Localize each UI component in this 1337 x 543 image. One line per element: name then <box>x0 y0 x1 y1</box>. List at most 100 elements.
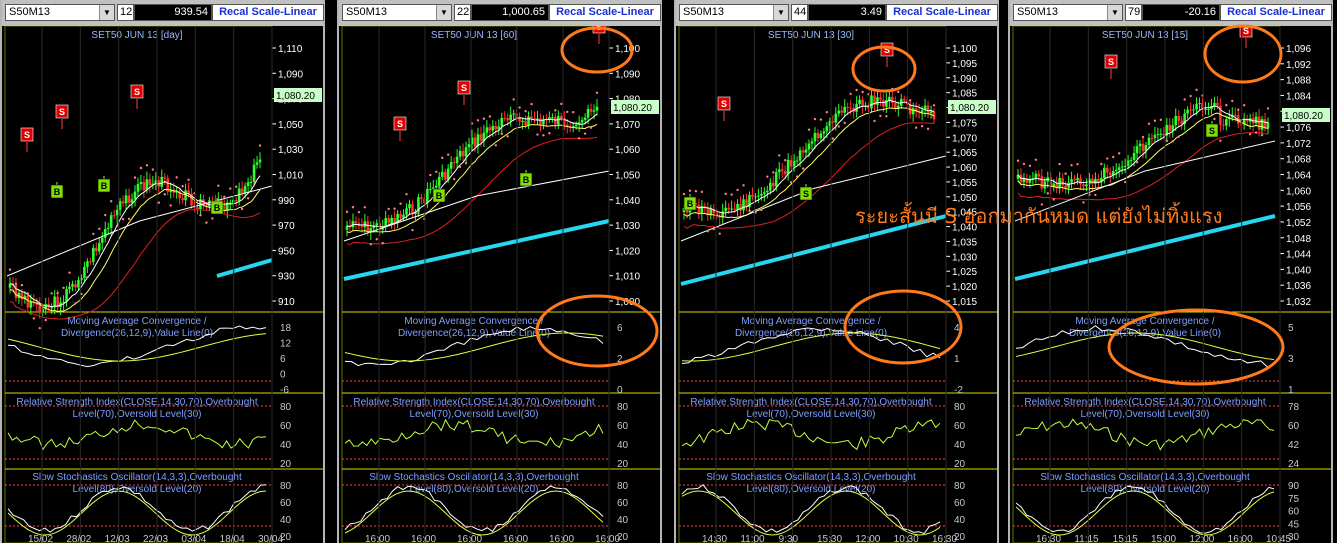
recal-scale-button[interactable]: Recal Scale-Linear <box>886 4 998 21</box>
buy-signal-marker[interactable]: B <box>432 186 446 203</box>
rsi-subtitle: Level(70),Oversold Level(30) <box>747 409 876 420</box>
macd-axis-label: -2 <box>954 385 963 396</box>
price-axis-label: 1,088 <box>1286 76 1311 87</box>
chart-canvas[interactable]: SET50 JUN 13 [60]1,1001,0901,0801,0701,0… <box>339 26 660 543</box>
rsi-axis-label: 24 <box>1288 459 1300 470</box>
sell-signal-marker[interactable]: S <box>130 84 144 109</box>
signal-label: S <box>59 107 65 117</box>
panel-toolbar: S50M13 ▼ 44 3.49 Recal Scale-Linear <box>676 0 998 26</box>
symbol-select[interactable]: S50M13 ▼ <box>342 4 452 21</box>
rsi-axis-label: 40 <box>617 440 629 451</box>
buy-signal-marker[interactable]: S <box>1205 121 1219 138</box>
price-axis-label: 1,032 <box>1286 297 1311 308</box>
chart-panel-30min[interactable]: S50M13 ▼ 44 3.49 Recal Scale-Linear SET50 … <box>674 0 999 543</box>
rsi-axis-label: 80 <box>617 402 629 413</box>
buy-signal-marker[interactable]: S <box>799 184 813 201</box>
time-axis-label: 12:00 <box>855 534 880 543</box>
price-axis-label: 1,068 <box>1286 155 1311 166</box>
last-price-label: 1,080.20 <box>1284 111 1323 122</box>
symbol-value: S50M13 <box>346 6 387 18</box>
recal-scale-button[interactable]: Recal Scale-Linear <box>549 4 661 21</box>
period-count-field[interactable]: 44 <box>791 4 808 21</box>
signal-label: S <box>1243 26 1249 36</box>
price-axis-label: 1,092 <box>1286 60 1311 71</box>
time-axis-label: 16:00 <box>411 534 436 543</box>
chart-canvas[interactable]: SET50 JUN 13 [30] 1,100 1,095 1,090 1,085 1,0… <box>676 26 997 543</box>
price-axis-label: 1,036 <box>1286 281 1311 292</box>
chevron-down-icon[interactable]: ▼ <box>436 5 451 20</box>
time-axis-label: 11:15 <box>1074 534 1099 543</box>
symbol-select[interactable]: S50M13 ▼ <box>1013 4 1123 21</box>
signal-label: B <box>101 181 108 191</box>
last-price-label: 1,080.20 <box>950 103 989 114</box>
price-axis-label: 1,000 <box>615 297 640 308</box>
time-axis-label: 22/03 <box>143 534 168 543</box>
stochastic-axis-label: 40 <box>954 515 966 526</box>
chevron-down-icon[interactable]: ▼ <box>1107 5 1122 20</box>
price-axis-label: 1,048 <box>1286 234 1311 245</box>
sell-signal-marker[interactable]: S <box>880 42 894 67</box>
chart-panel-day[interactable]: S50M13 ▼ 12 939.54 Recal Scale-Linear SET5… <box>0 0 325 543</box>
period-count-field[interactable]: 12 <box>117 4 134 21</box>
sell-signal-marker[interactable]: S <box>20 127 34 152</box>
period-count-field[interactable]: 22 <box>454 4 471 21</box>
rsi-axis-label: 40 <box>954 440 966 451</box>
sell-signal-marker[interactable]: S <box>457 80 471 105</box>
symbol-value: S50M13 <box>683 6 724 18</box>
chart-title: SET50 JUN 13 [60] <box>431 30 517 41</box>
signal-label: B <box>523 175 530 185</box>
macd-axis-label: 3 <box>1288 354 1294 365</box>
price-axis-label: 1,100 <box>952 44 977 55</box>
time-axis-label: 9:30 <box>779 534 799 543</box>
macd-axis-label: 1 <box>954 354 960 365</box>
value-readout: 939.54 <box>134 4 212 21</box>
last-price-label: 1,080.20 <box>276 91 315 102</box>
chart-panel-15min[interactable]: S50M13 ▼ 79 -20.16 Recal Scale-Linear SET5… <box>1008 0 1333 543</box>
recal-scale-button[interactable]: Recal Scale-Linear <box>1220 4 1332 21</box>
macd-axis-label: 6 <box>617 323 623 334</box>
sell-signal-marker[interactable]: S <box>592 26 606 44</box>
price-axis-label: 1,090 <box>952 74 977 85</box>
sell-signal-marker[interactable]: S <box>717 96 731 121</box>
recal-scale-button[interactable]: Recal Scale-Linear <box>212 4 324 21</box>
period-count-field[interactable]: 79 <box>1125 4 1142 21</box>
sell-signal-marker[interactable]: S <box>55 104 69 129</box>
value-readout: -20.16 <box>1142 4 1220 21</box>
last-price-label: 1,080.20 <box>613 103 652 114</box>
rsi-axis-label: 60 <box>280 421 292 432</box>
price-axis-label: 1,090 <box>615 69 640 80</box>
sell-signal-marker[interactable]: S <box>1104 54 1118 79</box>
buy-signal-marker[interactable]: B <box>50 182 64 199</box>
chart-canvas[interactable]: SET50 JUN 13 [15] 1,096 1,092 1,088 1,084 1,0… <box>1010 26 1331 543</box>
macd-axis-label: 4 <box>954 323 960 334</box>
stochastic-axis-label: 60 <box>954 498 966 509</box>
price-axis-label: 1,035 <box>952 237 977 248</box>
chevron-down-icon[interactable]: ▼ <box>773 5 788 20</box>
chevron-down-icon[interactable]: ▼ <box>99 5 114 20</box>
price-axis-label: 1,056 <box>1286 202 1311 213</box>
signal-label: S <box>397 119 403 129</box>
buy-signal-marker[interactable]: B <box>97 176 111 193</box>
price-axis-label: 1,070 <box>615 120 640 131</box>
rsi-axis-label: 80 <box>280 402 292 413</box>
buy-signal-marker[interactable]: B <box>519 170 533 187</box>
chart-canvas[interactable]: SET50 JUN 13 [day]1,1101,0901,0701,0501,… <box>2 26 323 543</box>
stochastic-title: Slow Stochastics Oscillator(14,3,3),Over… <box>369 472 579 483</box>
symbol-select[interactable]: S50M13 ▼ <box>5 4 115 21</box>
symbol-value: S50M13 <box>1017 6 1058 18</box>
stochastic-axis-label: 75 <box>1288 494 1300 505</box>
time-axis-label: 18/04 <box>220 534 245 543</box>
macd-axis-label: 18 <box>280 323 292 334</box>
symbol-select[interactable]: S50M13 ▼ <box>679 4 789 21</box>
time-axis-label: 15/02 <box>28 534 53 543</box>
buy-signal-marker[interactable]: B <box>683 194 697 211</box>
sell-signal-marker[interactable]: S <box>393 116 407 141</box>
chart-panel-60min[interactable]: S50M13 ▼ 22 1,000.65 Recal Scale-Linear SE… <box>337 0 662 543</box>
stochastic-axis-label: 90 <box>1288 481 1300 492</box>
price-axis-label: 1,100 <box>615 44 640 55</box>
price-axis-label: 1,052 <box>1286 218 1311 229</box>
signal-label: S <box>24 130 30 140</box>
macd-title: Moving Average Convergence / <box>741 316 881 327</box>
price-axis-label: 1,060 <box>1286 186 1311 197</box>
price-axis-label: 1,076 <box>1286 123 1311 134</box>
